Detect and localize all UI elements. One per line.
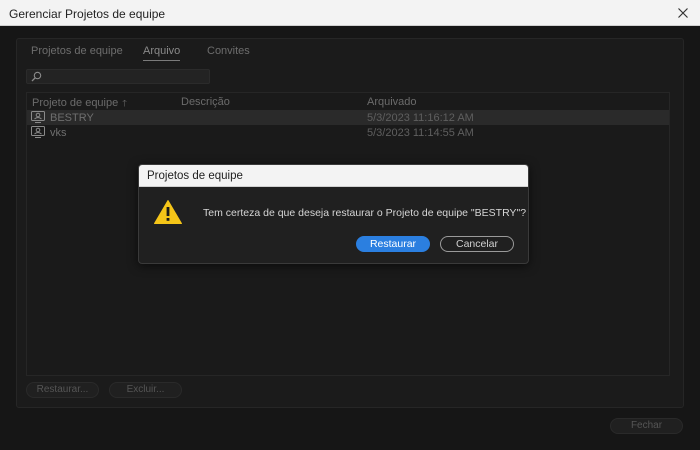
column-header-arquivado[interactable]: Arquivado [367, 96, 417, 108]
restore-button[interactable]: Restaurar... [26, 382, 99, 398]
project-name: BESTRY [50, 112, 94, 124]
project-name: vks [50, 127, 67, 139]
archived-date: 5/3/2023 11:14:55 AM [367, 127, 474, 139]
confirm-restore-button[interactable]: Restaurar [356, 236, 430, 252]
dialog-message: Tem certeza de que deseja restaurar o Pr… [203, 207, 527, 219]
delete-button[interactable]: Excluir... [109, 382, 182, 398]
search-input[interactable] [26, 69, 210, 84]
team-project-icon [31, 111, 45, 123]
team-project-icon [31, 126, 45, 138]
tab-arquivo[interactable]: Arquivo [143, 45, 181, 61]
table-row[interactable]: BESTRY 5/3/2023 11:16:12 AM [27, 110, 669, 125]
close-button[interactable]: Fechar [610, 418, 683, 434]
window-title: Gerenciar Projetos de equipe [9, 7, 166, 21]
window-title-bar: Gerenciar Projetos de equipe [0, 0, 700, 26]
tab-convites[interactable]: Convites [207, 45, 250, 57]
tab-projetos-de-equipe[interactable]: Projetos de equipe [31, 45, 123, 57]
column-header-descricao[interactable]: Descrição [181, 96, 230, 108]
close-icon[interactable] [674, 4, 692, 22]
dialog-title-bar: Projetos de equipe [139, 165, 528, 187]
cancel-button[interactable]: Cancelar [440, 236, 514, 252]
archived-date: 5/3/2023 11:16:12 AM [367, 112, 474, 124]
warning-icon [153, 199, 183, 225]
search-icon [31, 71, 42, 82]
table-header: Projeto de equipe 🡑 Descrição Arquivado [27, 93, 669, 109]
dialog-title: Projetos de equipe [147, 170, 243, 182]
table-row[interactable]: vks 5/3/2023 11:14:55 AM [27, 125, 669, 140]
confirm-restore-dialog: Projetos de equipe Tem certeza de que de… [138, 164, 529, 264]
